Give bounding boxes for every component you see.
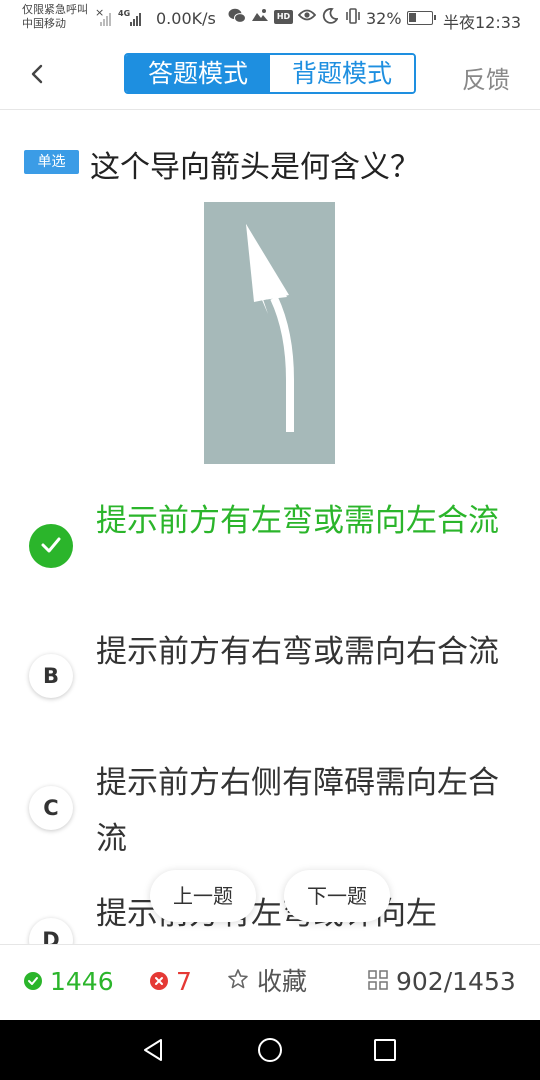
bottom-stats-bar: 1446 7 收藏 902/1453: [0, 944, 540, 1020]
favorite-button[interactable]: 收藏: [227, 967, 307, 997]
option-c-letter: C: [29, 786, 73, 830]
feedback-button[interactable]: 反馈: [462, 60, 510, 95]
road-arrow-left-merge-image: [204, 202, 335, 464]
option-d-letter: D: [29, 918, 73, 944]
option-d[interactable]: D 提示前方有左弯或许向左: [0, 886, 540, 944]
carrier-info: 仅限紧急呼叫 中国移动: [22, 3, 88, 31]
tab-memorize-mode[interactable]: 背题模式: [270, 55, 414, 92]
option-a[interactable]: 提示前方有左弯或需向左合流: [0, 493, 540, 603]
wechat-icon: [228, 8, 246, 28]
option-b-text: 提示前方有右弯或需向右合流: [96, 634, 499, 670]
gallery-icon: [252, 8, 268, 26]
battery-percent: 32%: [366, 9, 402, 28]
network-speed: 0.00K/s: [156, 9, 216, 28]
option-b[interactable]: B 提示前方有右弯或需向右合流: [0, 624, 540, 736]
star-icon: [227, 967, 249, 997]
question-text: 这个导向箭头是何含义？: [90, 150, 420, 185]
tab-answer-mode[interactable]: 答题模式: [126, 55, 270, 92]
system-navigation-bar: [0, 1020, 540, 1080]
system-back-icon[interactable]: [139, 1035, 169, 1065]
option-c-text: 提示前方右侧有障碍需向左合流: [96, 765, 499, 857]
battery-fill: [409, 13, 416, 22]
vibrate-icon: [344, 8, 362, 28]
check-icon: [29, 524, 73, 568]
next-question-button[interactable]: 下一题: [284, 870, 390, 922]
progress-value: 902/1453: [396, 967, 516, 996]
top-navigation: 答题模式 背题模式 反馈: [0, 36, 540, 110]
correct-check-icon: [24, 967, 42, 997]
battery-icon: [407, 11, 436, 25]
question-type-badge: 单选: [24, 150, 79, 174]
system-recents-icon[interactable]: [370, 1035, 400, 1065]
signal-icon: [100, 13, 111, 26]
status-bar: 仅限紧急呼叫 中国移动 × 4G 0.00K/s HD 32% 半夜12:33: [0, 0, 540, 36]
wrong-count-value: 7: [176, 967, 192, 996]
clock: 半夜12:33: [443, 13, 522, 32]
prev-question-button[interactable]: 上一题: [150, 870, 256, 922]
wrong-count[interactable]: 7: [150, 967, 192, 997]
option-b-letter: B: [29, 654, 73, 698]
signal-icon-2: [130, 13, 141, 26]
carrier-line2: 中国移动: [22, 17, 66, 30]
eye-icon: [297, 8, 317, 26]
option-a-text: 提示前方有左弯或需向左合流: [96, 503, 499, 539]
back-arrow-icon[interactable]: [22, 58, 54, 90]
question-progress[interactable]: 902/1453: [368, 967, 516, 997]
system-home-icon[interactable]: [255, 1035, 285, 1065]
hd-icon: HD: [274, 10, 293, 24]
carrier-line1: 仅限紧急呼叫: [22, 3, 88, 16]
moon-icon: [322, 8, 339, 28]
mode-switch: 答题模式 背题模式: [124, 53, 416, 94]
grid-icon: [368, 967, 388, 997]
wrong-x-icon: [150, 967, 168, 997]
network-type: 4G: [118, 9, 131, 18]
favorite-label: 收藏: [257, 967, 308, 996]
option-c[interactable]: C 提示前方右侧有障碍需向左合流: [0, 755, 540, 867]
correct-count-value: 1446: [50, 967, 114, 996]
correct-count[interactable]: 1446: [24, 967, 114, 997]
